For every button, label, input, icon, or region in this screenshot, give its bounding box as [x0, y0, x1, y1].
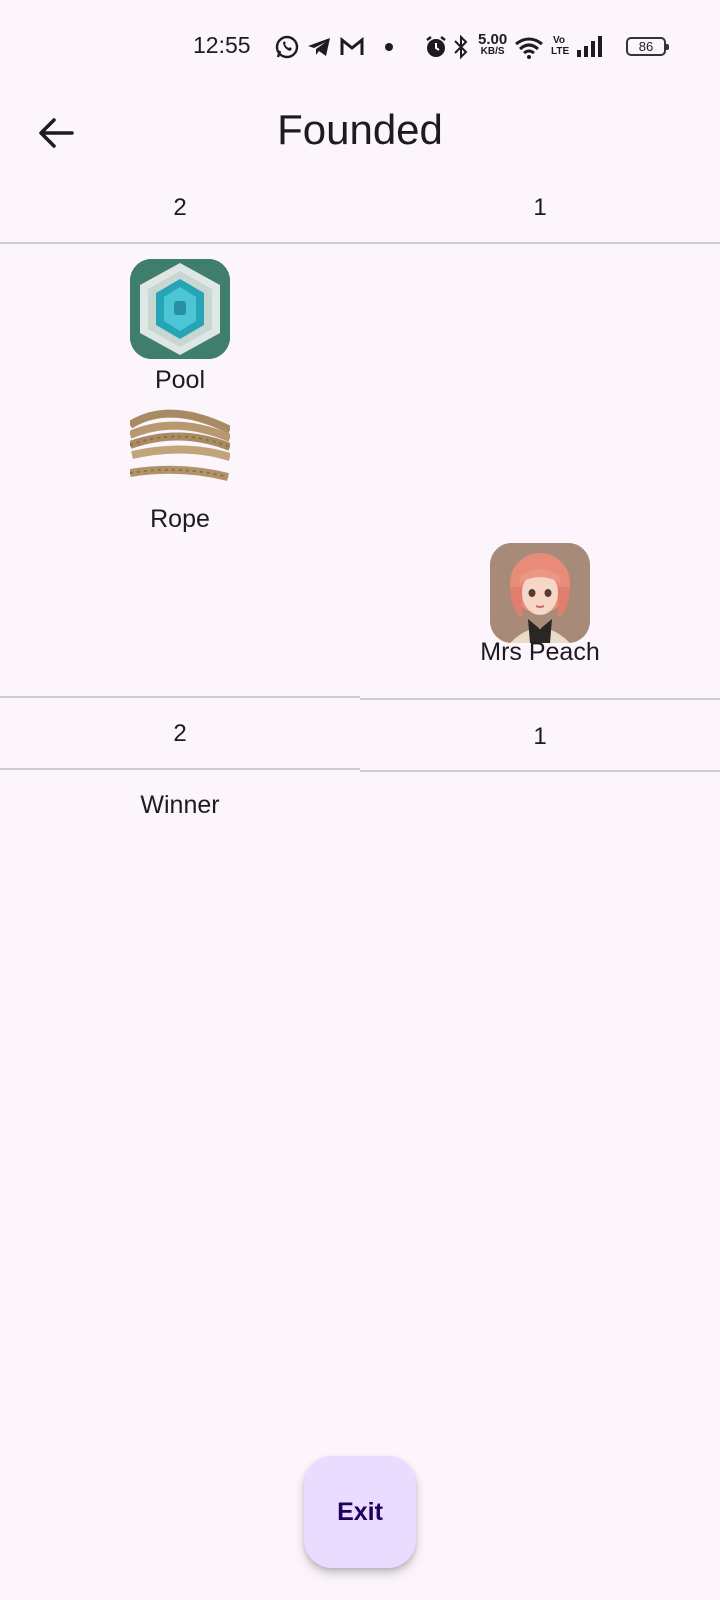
- right-column-count: 1: [533, 194, 547, 221]
- character-avatar[interactable]: [490, 543, 590, 643]
- rope-illustration: [130, 409, 230, 481]
- left-divider-top: [0, 696, 360, 698]
- mrs-peach-portrait: [490, 543, 590, 643]
- left-divider-bottom: [0, 768, 360, 770]
- signal-icon: [577, 36, 602, 57]
- pool-illustration: [130, 259, 230, 359]
- left-column-count: 2: [173, 194, 187, 221]
- pool-image[interactable]: [130, 259, 230, 359]
- exit-button[interactable]: Exit: [304, 1456, 416, 1568]
- telegram-icon: [308, 38, 330, 56]
- whatsapp-icon: [275, 35, 299, 59]
- right-divider-bottom: [360, 770, 720, 772]
- bluetooth-icon: [454, 34, 468, 60]
- rope-image[interactable]: [130, 405, 230, 505]
- status-bar: 12:55 5.00 KB/S Vo LTE 86: [0, 0, 720, 96]
- volte-icon: Vo LTE: [551, 35, 570, 57]
- right-divider-top: [360, 698, 720, 700]
- status-time: 12:55: [193, 32, 251, 58]
- right-column-footer-count: 1: [533, 723, 547, 750]
- winner-label: Winner: [140, 791, 220, 819]
- left-column-footer-count: 2: [173, 720, 187, 747]
- header-divider: [0, 242, 720, 244]
- rope-label: Rope: [150, 505, 210, 533]
- gmail-icon: [340, 36, 364, 55]
- pool-label: Pool: [154, 366, 206, 394]
- network-speed: 5.00 KB/S: [478, 31, 508, 57]
- alarm-icon: [426, 36, 446, 57]
- wifi-icon: [515, 37, 543, 59]
- battery-indicator: 86: [626, 37, 669, 56]
- page-title: Founded: [277, 106, 443, 153]
- character-label: Mrs Peach: [480, 638, 600, 666]
- dot-icon: [385, 43, 393, 51]
